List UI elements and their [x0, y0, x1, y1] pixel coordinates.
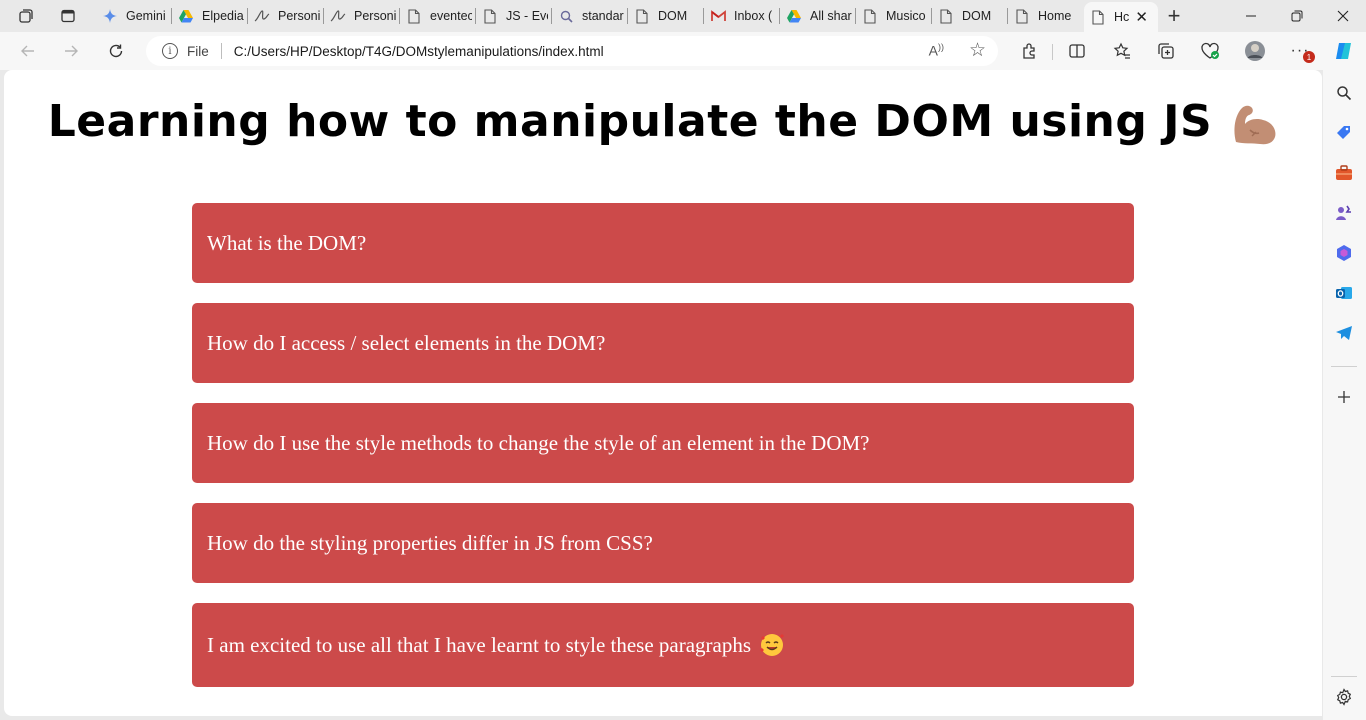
paragraph-card-3: How do I use the style methods to change… [192, 403, 1134, 483]
paragraph-text: What is the DOM? [207, 230, 367, 255]
tab-personio-2[interactable]: Personic [324, 0, 400, 32]
tab-strip: Gemini Elpedia Personic Personic eventec… [0, 0, 1366, 32]
edge-sidebar [1323, 70, 1366, 720]
extensions-icon[interactable] [1015, 37, 1043, 65]
paragraph-card-2: How do I access / select elements in the… [192, 303, 1134, 383]
forward-button[interactable] [57, 37, 85, 65]
page-icon [406, 8, 422, 24]
tab-inbox[interactable]: Inbox ( [704, 0, 780, 32]
outlook-icon[interactable] [1333, 282, 1355, 304]
tab-label: Musico [886, 9, 926, 23]
google-drive-icon [178, 8, 194, 24]
search-icon[interactable] [1333, 82, 1355, 104]
new-tab-button[interactable]: + [1158, 0, 1190, 32]
gmail-icon [710, 8, 726, 24]
tab-dom-2[interactable]: DOM [932, 0, 1008, 32]
address-scheme: File [187, 43, 209, 59]
workspaces-icon[interactable] [13, 4, 39, 28]
signature-icon [254, 8, 270, 24]
tab-label: JS - Eve [506, 9, 548, 23]
page-icon [634, 8, 650, 24]
tab-label: Personic [278, 9, 320, 23]
paragraph-text: How do the styling properties differ in … [207, 530, 653, 555]
back-button[interactable] [14, 37, 42, 65]
telegram-send-icon[interactable] [1333, 322, 1355, 344]
favorites-icon[interactable] [1108, 37, 1136, 65]
tools-briefcase-icon[interactable] [1333, 162, 1355, 184]
collections-icon[interactable] [1152, 37, 1180, 65]
toolbar: i File C:/Users/HP/Desktop/T4G/DOMstylem… [0, 32, 1366, 70]
address-bar[interactable]: i File C:/Users/HP/Desktop/T4G/DOMstylem… [146, 36, 998, 66]
settings-more-icon[interactable]: ··· 1 [1286, 37, 1315, 65]
tab-eventec[interactable]: eventec [400, 0, 476, 32]
split-screen-icon[interactable] [1063, 37, 1091, 65]
copilot-icon[interactable] [1330, 37, 1358, 65]
tab-personio-1[interactable]: Personic [248, 0, 324, 32]
page-icon [938, 8, 954, 24]
close-tab-icon[interactable]: ✕ [1129, 8, 1154, 26]
notification-badge: 1 [1303, 51, 1315, 63]
page-viewport: Learning how to manipulate the DOM using… [4, 70, 1322, 716]
tab-gemini[interactable]: Gemini [96, 0, 172, 32]
sidebar-settings-gear-icon[interactable] [1333, 686, 1355, 708]
flexed-biceps-emoji [1234, 105, 1276, 145]
tab-js-events[interactable]: JS - Eve [476, 0, 552, 32]
browser-essentials-icon[interactable] [1196, 37, 1224, 65]
tab-elpedia[interactable]: Elpedia [172, 0, 248, 32]
tab-label: Home [1038, 9, 1072, 23]
page-icon [1014, 8, 1030, 24]
tab-label: Inbox ( [734, 9, 773, 23]
microsoft-365-icon[interactable] [1333, 242, 1355, 264]
paragraph-card-4: How do the styling properties differ in … [192, 503, 1134, 583]
info-icon[interactable]: i [162, 43, 178, 59]
tab-actions-icon[interactable] [55, 4, 81, 28]
tab-list: Gemini Elpedia Personic Personic eventec… [96, 0, 1190, 32]
paragraph-text: How do I access / select elements in the… [207, 330, 606, 355]
add-sidebar-app-icon[interactable] [1333, 386, 1355, 408]
refresh-button[interactable] [102, 37, 130, 65]
minimize-button[interactable] [1228, 0, 1274, 32]
tab-label: Gemini [126, 9, 166, 23]
favorite-star-icon[interactable]: ☆ [969, 39, 986, 62]
tab-label: standar [582, 9, 624, 23]
paragraph-card-5: I am excited to use all that I have lear… [192, 603, 1134, 687]
tab-standard[interactable]: standar [552, 0, 628, 32]
smiling-face-with-hearts-emoji [760, 634, 785, 656]
games-icon[interactable] [1333, 202, 1355, 224]
tab-label: Personic [354, 9, 396, 23]
signature-icon [330, 8, 346, 24]
paragraph-card-1: What is the DOM? [192, 203, 1134, 283]
tab-label: All shar [810, 9, 852, 23]
tab-label: Hc [1114, 10, 1130, 24]
tab-active[interactable]: Hc ✕ [1084, 2, 1158, 32]
page-icon [482, 8, 498, 24]
tab-label: eventec [430, 9, 472, 23]
page-icon [862, 8, 878, 24]
search-icon [558, 8, 574, 24]
read-aloud-icon[interactable]: A)) [929, 42, 944, 59]
tab-label: DOM [962, 9, 992, 23]
close-window-button[interactable] [1320, 0, 1366, 32]
profile-avatar[interactable] [1241, 37, 1269, 65]
address-url[interactable]: C:/Users/HP/Desktop/T4G/DOMstylemanipula… [234, 44, 604, 59]
paragraph-text: How do I use the style methods to change… [207, 430, 870, 455]
page-icon [1090, 9, 1106, 25]
tab-label: DOM [658, 9, 688, 23]
google-drive-icon [786, 8, 802, 24]
gemini-sparkle-icon [102, 8, 118, 24]
tab-musico[interactable]: Musico [856, 0, 932, 32]
tab-home[interactable]: Home [1008, 0, 1084, 32]
shopping-tag-icon[interactable] [1333, 122, 1355, 144]
tab-label: Elpedia [202, 9, 244, 23]
paragraph-text: I am excited to use all that I have lear… [207, 632, 752, 657]
page-title-text: Learning how to manipulate the DOM using… [47, 96, 1213, 147]
tab-all-shared[interactable]: All shar [780, 0, 856, 32]
page-title: Learning how to manipulate the DOM using… [4, 96, 1322, 147]
restore-button[interactable] [1274, 0, 1320, 32]
tab-dom-1[interactable]: DOM [628, 0, 704, 32]
